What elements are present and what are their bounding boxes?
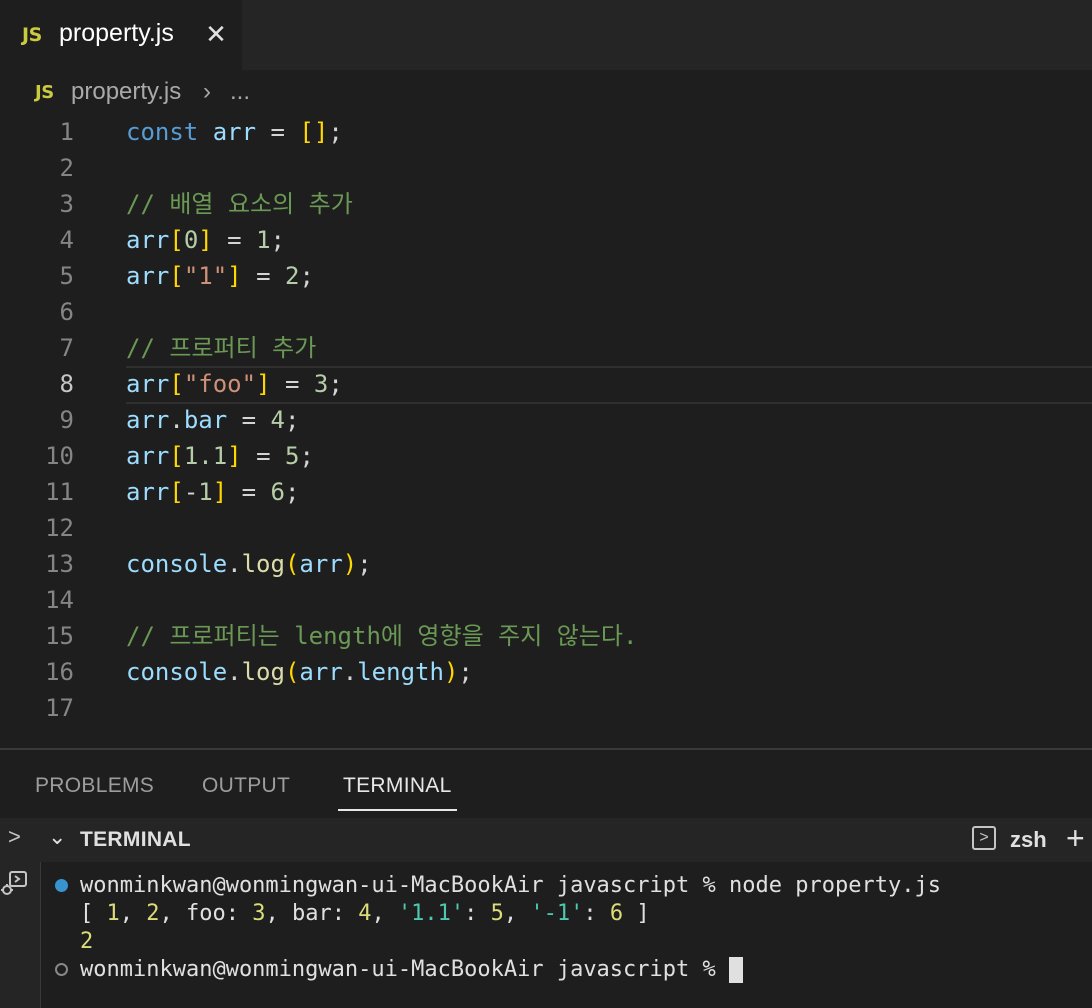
tab-bar: JS property.js ✕ — [0, 0, 1092, 70]
panel-side-strip: > — [0, 818, 41, 1008]
code-line: 15 // 프로퍼티는 length에 영향을 주지 않는다. — [0, 618, 1092, 654]
code-line: 10 arr[1.1] = 5; — [0, 438, 1092, 474]
code-line: 6 — [0, 294, 1092, 330]
code-line: 12 — [0, 510, 1092, 546]
line-number: 17 — [45, 694, 74, 722]
tab-output[interactable]: OUTPUT — [202, 774, 290, 798]
command-status-dot[interactable] — [55, 879, 68, 892]
tab-property-js[interactable]: JS property.js ✕ — [0, 0, 242, 70]
code-line: 16 console.log(arr.length); — [0, 654, 1092, 690]
code-line: 4 arr[0] = 1; — [0, 222, 1092, 258]
code-line: 2 — [0, 150, 1092, 186]
command-status-dot[interactable] — [55, 963, 68, 976]
chevron-right-icon: › — [203, 78, 211, 105]
line-number: 12 — [45, 514, 74, 542]
line-number: 13 — [45, 550, 74, 578]
terminal-output[interactable]: wonminkwan@wonmingwan-ui-MacBookAir java… — [41, 862, 1092, 1008]
js-file-icon: JS — [35, 82, 54, 103]
code-line: 3 // 배열 요소의 추가 — [0, 186, 1092, 222]
line-number: 8 — [59, 370, 74, 398]
line-number: 5 — [59, 262, 74, 290]
line-number: 1 — [59, 118, 74, 146]
line-number: 16 — [45, 658, 74, 686]
code-text: console.log(arr.length); — [126, 658, 473, 686]
line-number: 4 — [59, 226, 74, 254]
line-number: 11 — [45, 478, 74, 506]
code-text: arr["1"] = 2; — [126, 262, 314, 290]
code-line: 5 arr["1"] = 2; — [0, 258, 1092, 294]
line-number: 10 — [45, 442, 74, 470]
code-line: 13 console.log(arr); — [0, 546, 1092, 582]
js-file-icon: JS — [22, 24, 42, 46]
terminal-header: ⌄ TERMINAL > zsh + — [40, 818, 1092, 862]
tab-terminal[interactable]: TERMINAL — [343, 774, 452, 798]
code-text: arr[0] = 1; — [126, 226, 285, 254]
breadcrumb-more[interactable]: ... — [230, 78, 250, 106]
line-number: 14 — [45, 586, 74, 614]
code-text: console.log(arr); — [126, 550, 372, 578]
terminal-cursor — [729, 957, 744, 983]
terminal-shell-icon[interactable]: > — [972, 826, 996, 850]
terminal-line: [ 1, 2, foo: 3, bar: 4, '1.1': 5, '-1': … — [80, 901, 650, 926]
terminal-title: TERMINAL — [80, 828, 191, 851]
chevron-down-icon[interactable]: ⌄ — [48, 824, 66, 850]
active-tab-indicator — [338, 809, 457, 811]
shell-name[interactable]: zsh — [1010, 827, 1047, 853]
code-line: 11 arr[-1] = 6; — [0, 474, 1092, 510]
code-text: arr[-1] = 6; — [126, 478, 300, 506]
debug-console-icon[interactable] — [0, 868, 30, 898]
code-line-current: 8 arr["foo"] = 3; — [0, 366, 1092, 402]
code-text: arr.bar = 4; — [126, 406, 300, 434]
line-number: 9 — [59, 406, 74, 434]
line-number: 6 — [59, 298, 74, 326]
code-line: 1 const arr = []; — [0, 114, 1092, 150]
code-text: arr[1.1] = 5; — [126, 442, 314, 470]
terminal-prompt: wonminkwan@wonmingwan-ui-MacBookAir java… — [80, 873, 730, 898]
terminal-prompt: wonminkwan@wonmingwan-ui-MacBookAir java… — [80, 957, 730, 982]
code-line: 9 arr.bar = 4; — [0, 402, 1092, 438]
line-number: 7 — [59, 334, 74, 362]
terminal-line: wonminkwan@wonmingwan-ui-MacBookAir java… — [80, 956, 744, 984]
code-comment: // 프로퍼티는 length에 영향을 주지 않는다. — [126, 622, 638, 650]
tab-label: property.js — [59, 19, 174, 47]
code-line: 17 — [0, 690, 1092, 726]
terminal-line: 2 — [80, 929, 94, 954]
chevron-right-icon[interactable]: > — [8, 824, 21, 850]
code-comment: // 프로퍼티 추가 — [126, 334, 317, 362]
add-terminal-icon[interactable]: + — [1066, 820, 1085, 857]
code-comment: // 배열 요소의 추가 — [126, 190, 353, 218]
panel-tabs: PROBLEMS OUTPUT TERMINAL — [0, 750, 1092, 818]
terminal-line: wonminkwan@wonmingwan-ui-MacBookAir java… — [80, 872, 941, 900]
line-number: 2 — [59, 154, 74, 182]
code-editor[interactable]: 1 const arr = []; 2 3 // 배열 요소의 추가 4 arr… — [0, 114, 1092, 748]
close-icon[interactable]: ✕ — [203, 19, 229, 49]
tab-problems[interactable]: PROBLEMS — [35, 774, 154, 798]
line-number: 3 — [59, 190, 74, 218]
code-line: 14 — [0, 582, 1092, 618]
code-text: const arr = []; — [126, 118, 343, 146]
code-line: 7 // 프로퍼티 추가 — [0, 330, 1092, 366]
breadcrumb-file[interactable]: property.js — [71, 78, 181, 106]
line-number: 15 — [45, 622, 74, 650]
code-text: arr["foo"] = 3; — [126, 370, 343, 398]
breadcrumb: JS property.js › ... — [0, 70, 1092, 116]
terminal-command: node property.js — [729, 873, 941, 898]
